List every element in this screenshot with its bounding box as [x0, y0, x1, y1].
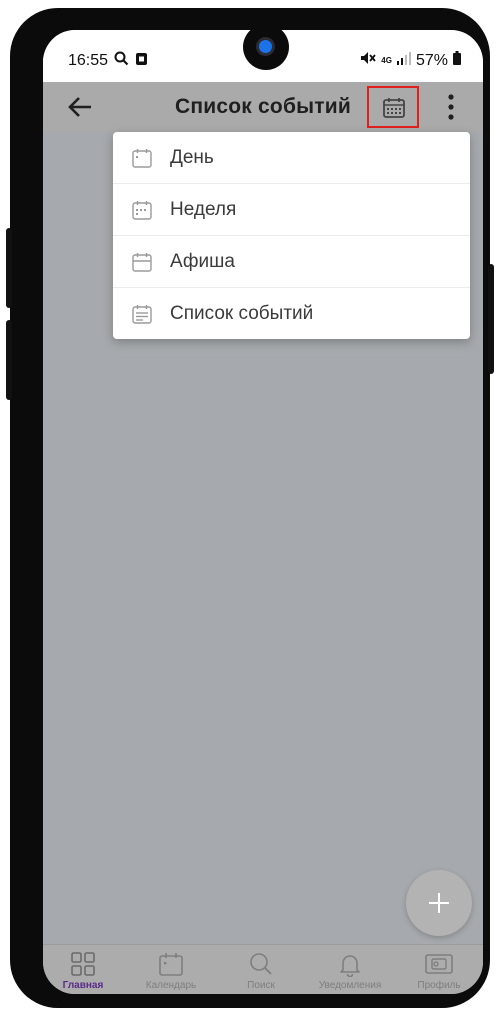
volume-button [6, 228, 12, 308]
add-event-button[interactable] [406, 870, 472, 936]
search-icon [114, 51, 129, 71]
nav-item-notifications[interactable]: Уведомления [306, 951, 394, 991]
calendar-poster-icon [132, 253, 152, 272]
phone-frame: 16:55 4G 57% Список событий День Неделя … [6, 8, 494, 1008]
nav-item-search[interactable]: Поиск [217, 951, 305, 991]
mute-icon [360, 51, 376, 70]
nav-item-profile[interactable]: Профиль [395, 951, 483, 991]
nav-label: Календарь [145, 980, 197, 991]
calendar-list-icon [132, 305, 152, 324]
nav-label: Профиль [417, 980, 461, 991]
view-mode-menu: День Неделя Афиша Список событий [113, 132, 470, 339]
nav-label: Главная [62, 980, 104, 991]
calendar-week-icon [132, 201, 152, 220]
menu-item-label: Афиша [170, 251, 235, 272]
power-button [488, 264, 494, 374]
gallery-notification-icon [135, 52, 148, 71]
battery-percent: 57% [415, 51, 448, 69]
menu-item-day[interactable]: День [113, 132, 470, 184]
menu-item-label: Список событий [170, 303, 314, 324]
menu-item-event-list[interactable]: Список событий [113, 288, 470, 340]
calendar-icon [159, 953, 183, 976]
calendar-grid-icon [383, 98, 405, 118]
grid-icon [71, 952, 95, 976]
menu-item-week[interactable]: Неделя [113, 184, 470, 236]
signal-icon [396, 51, 411, 70]
more-options-icon[interactable] [439, 91, 463, 123]
screen: 16:55 4G 57% Список событий День Неделя … [43, 30, 483, 994]
profile-card-icon [425, 954, 453, 974]
front-camera [243, 30, 289, 70]
menu-item-label: Неделя [170, 199, 237, 220]
search-icon [250, 953, 272, 975]
network-type: 4G [381, 55, 392, 65]
bottom-navigation: Главная Календарь Поиск Уведомления Проф… [43, 944, 483, 994]
nav-label: Уведомления [318, 980, 382, 991]
status-bar: 16:55 4G 57% [43, 30, 483, 82]
calendar-view-button[interactable] [367, 86, 419, 128]
battery-icon [453, 51, 461, 70]
nav-item-calendar[interactable]: Календарь [127, 951, 215, 991]
nav-label: Поиск [247, 980, 275, 991]
menu-item-poster[interactable]: Афиша [113, 236, 470, 288]
nav-item-home[interactable]: Главная [43, 951, 127, 991]
calendar-day-icon [132, 149, 152, 168]
app-bar: Список событий [43, 82, 483, 132]
menu-item-label: День [170, 147, 214, 168]
status-time: 16:55 [68, 52, 109, 69]
volume-button-lower [6, 320, 12, 400]
bell-icon [340, 955, 360, 977]
plus-icon [429, 893, 449, 913]
back-arrow-icon[interactable] [67, 93, 95, 121]
